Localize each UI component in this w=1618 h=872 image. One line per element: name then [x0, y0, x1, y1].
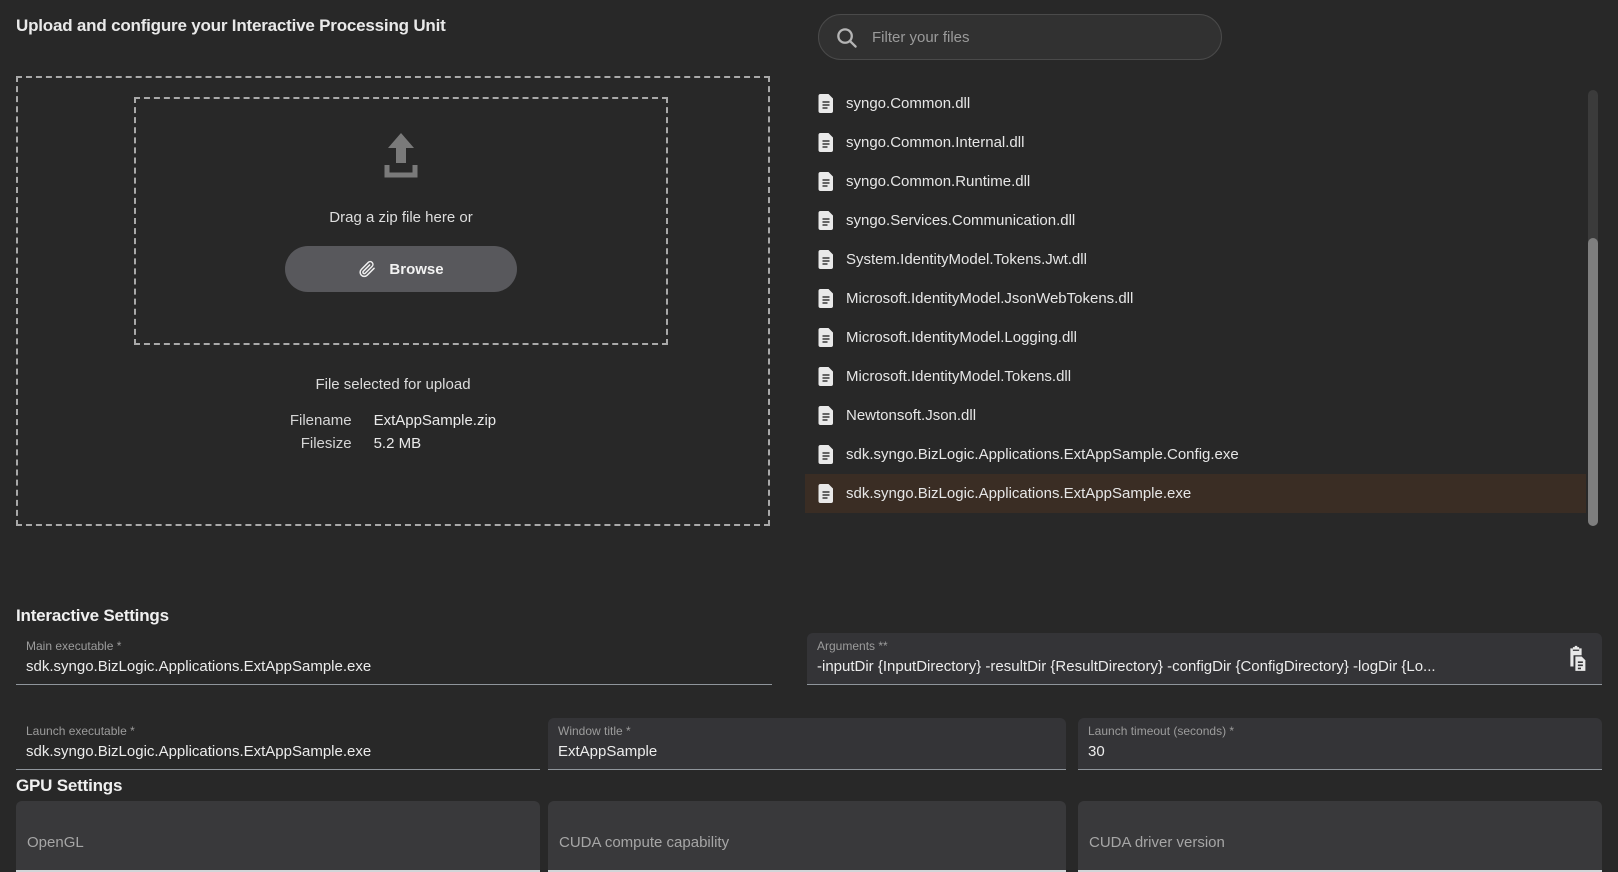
document-icon — [818, 484, 833, 503]
filter-input[interactable] — [870, 27, 1205, 47]
file-name: syngo.Common.Runtime.dll — [846, 173, 1031, 190]
scrollbar-thumb[interactable] — [1588, 238, 1598, 526]
file-list-item[interactable]: Microsoft.IdentityModel.Logging.dll — [805, 318, 1586, 357]
arguments-value: -inputDir {InputDirectory} -resultDir {R… — [817, 658, 1436, 675]
document-icon — [818, 289, 833, 308]
file-name: syngo.Services.Communication.dll — [846, 212, 1076, 229]
document-icon — [818, 133, 833, 152]
opengl-label: OpenGL — [27, 834, 84, 851]
window-title-value: ExtAppSample — [558, 743, 658, 760]
upload-dropzone[interactable]: Drag a zip file here or Browse — [134, 97, 668, 345]
file-name: syngo.Common.dll — [846, 95, 971, 112]
cuda-driver-version-label: CUDA driver version — [1089, 834, 1225, 851]
gpu-settings-heading: GPU Settings — [16, 776, 123, 795]
window-title-label: Window title * — [558, 724, 631, 738]
file-list: syngo.Common.dll syngo.Common.Internal.d… — [805, 84, 1586, 513]
file-name: Newtonsoft.Json.dll — [846, 407, 977, 424]
main-executable-label: Main executable * — [26, 639, 122, 653]
main-executable-value: sdk.syngo.BizLogic.Applications.ExtAppSa… — [26, 658, 372, 675]
file-name: Microsoft.IdentityModel.Logging.dll — [846, 329, 1077, 346]
arguments-field[interactable]: Arguments ** -inputDir {InputDirectory} … — [807, 633, 1602, 685]
page-title: Upload and configure your Interactive Pr… — [16, 16, 446, 35]
file-list-item[interactable]: System.IdentityModel.Tokens.Jwt.dll — [805, 240, 1586, 279]
file-list-item[interactable]: Microsoft.IdentityModel.Tokens.dll — [805, 357, 1586, 396]
cuda-compute-capability-field[interactable]: CUDA compute capability — [548, 801, 1066, 872]
arguments-label: Arguments ** — [817, 639, 888, 653]
file-name: System.IdentityModel.Tokens.Jwt.dll — [846, 251, 1087, 268]
window-title-field[interactable]: Window title * ExtAppSample — [548, 718, 1066, 770]
file-list-item[interactable]: syngo.Common.Runtime.dll — [805, 162, 1586, 201]
launch-timeout-field[interactable]: Launch timeout (seconds) * 30 — [1078, 718, 1602, 770]
file-list-item[interactable]: syngo.Common.dll — [805, 84, 1586, 123]
file-list-item[interactable]: Newtonsoft.Json.dll — [805, 396, 1586, 435]
cuda-compute-capability-label: CUDA compute capability — [559, 834, 730, 851]
launch-timeout-value: 30 — [1088, 743, 1105, 760]
document-icon — [818, 328, 833, 347]
upload-icon — [376, 131, 426, 183]
filesize-label: Filesize — [300, 435, 352, 452]
opengl-field[interactable]: OpenGL — [16, 801, 540, 872]
launch-executable-label: Launch executable * — [26, 724, 135, 738]
launch-executable-value: sdk.syngo.BizLogic.Applications.ExtAppSa… — [26, 743, 372, 760]
document-icon — [818, 94, 833, 113]
file-name: sdk.syngo.BizLogic.Applications.ExtAppSa… — [846, 446, 1239, 463]
launch-timeout-label: Launch timeout (seconds) * — [1088, 724, 1235, 738]
filename-value: ExtAppSample.zip — [373, 412, 497, 429]
upload-panel: Drag a zip file here or Browse File sele… — [16, 76, 770, 526]
document-icon — [818, 445, 833, 464]
filename-label: Filename — [289, 412, 352, 429]
cuda-driver-version-field[interactable]: CUDA driver version — [1078, 801, 1602, 872]
search-icon — [835, 26, 858, 49]
file-name: Microsoft.IdentityModel.JsonWebTokens.dl… — [846, 290, 1134, 307]
main-executable-field[interactable]: Main executable * sdk.syngo.BizLogic.App… — [16, 633, 772, 685]
file-name: sdk.syngo.BizLogic.Applications.ExtAppSa… — [846, 485, 1192, 502]
file-selected-heading: File selected for upload — [315, 376, 471, 393]
file-list-item[interactable]: syngo.Services.Communication.dll — [805, 201, 1586, 240]
file-list-item[interactable]: syngo.Common.Internal.dll — [805, 123, 1586, 162]
copy-arguments-button[interactable] — [1557, 640, 1595, 678]
document-icon — [818, 406, 833, 425]
interactive-settings-heading: Interactive Settings — [16, 606, 169, 625]
file-list-item[interactable]: Microsoft.IdentityModel.JsonWebTokens.dl… — [805, 279, 1586, 318]
upload-configure-page: Upload and configure your Interactive Pr… — [0, 0, 1618, 872]
document-icon — [818, 367, 833, 386]
document-icon — [818, 211, 833, 230]
file-filter-box — [818, 14, 1222, 60]
file-list-item[interactable]: sdk.syngo.BizLogic.Applications.ExtAppSa… — [805, 435, 1586, 474]
file-list-item[interactable]: sdk.syngo.BizLogic.Applications.ExtAppSa… — [805, 474, 1586, 513]
paperclip-icon — [358, 260, 376, 278]
filesize-value: 5.2 MB — [373, 435, 422, 452]
document-icon — [818, 172, 833, 191]
browse-button-label: Browse — [389, 260, 444, 278]
selected-file-info: Filename ExtAppSample.zip Filesize 5.2 M… — [18, 412, 768, 452]
drop-hint-text: Drag a zip file here or — [329, 209, 473, 226]
document-icon — [818, 250, 833, 269]
launch-executable-field[interactable]: Launch executable * sdk.syngo.BizLogic.A… — [16, 718, 540, 770]
copy-icon — [1561, 644, 1591, 674]
file-name: Microsoft.IdentityModel.Tokens.dll — [846, 368, 1072, 385]
browse-button[interactable]: Browse — [285, 246, 517, 292]
file-name: syngo.Common.Internal.dll — [846, 134, 1025, 151]
